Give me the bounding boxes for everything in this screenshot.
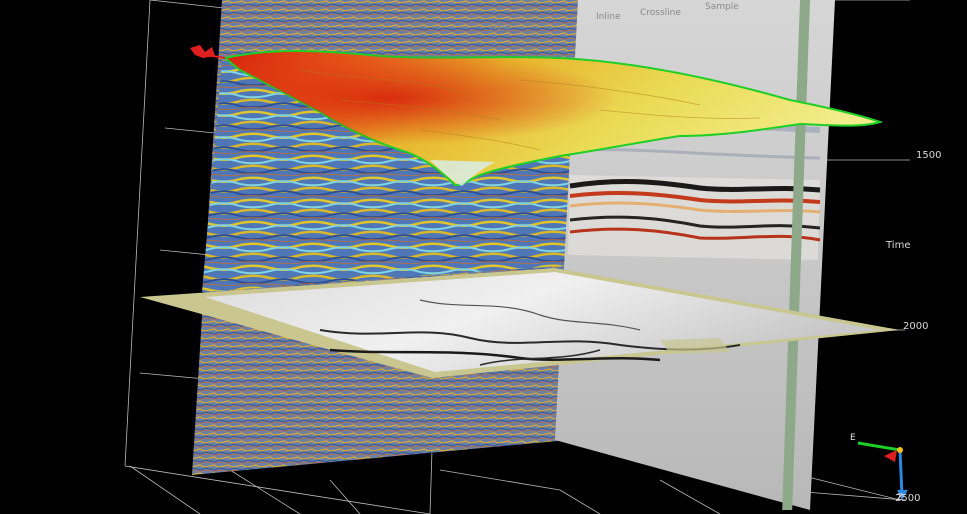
orientation-z-label: Z xyxy=(897,493,904,503)
top-faint-label-inline: Inline xyxy=(596,12,621,22)
seismic-3d-viewport[interactable]: 1000 Inline Crossline Sample 1500 Time 2… xyxy=(0,0,967,514)
top-tick-label: 1000 xyxy=(488,24,511,34)
top-faint-label-crossline: Crossline xyxy=(640,8,681,18)
pick-marker-icon xyxy=(190,45,215,58)
time-tick-1500: 1500 xyxy=(916,150,942,161)
time-tick-2000: 2000 xyxy=(903,321,929,332)
top-faint-label-sample: Sample xyxy=(705,2,739,12)
time-axis-label: Time xyxy=(886,240,911,251)
3d-scene[interactable] xyxy=(0,0,967,514)
orientation-east-label: E xyxy=(850,433,856,443)
